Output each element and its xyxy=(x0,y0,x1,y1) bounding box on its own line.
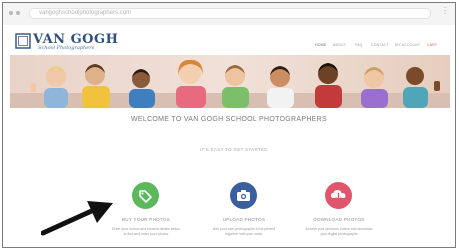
buy-photos-card[interactable]: BUY YOUR PHOTOS Enter your school and st… xyxy=(106,176,186,247)
welcome-heading: WELCOME TO VAN GOGH SCHOOL PHOTOGRAPHERS xyxy=(131,116,327,123)
site-header: VAN GOGH School Photographers HOME ABOUT… xyxy=(3,25,455,53)
buy-photos-text: Enter your school and student details be… xyxy=(112,227,180,236)
pointer-arrow-icon xyxy=(41,201,113,236)
browser-toolbar: vangoghschoolphotographers.com ⋮ xyxy=(3,3,455,26)
download-photos-icon-circle xyxy=(325,182,352,209)
upload-photos-title: UPLOAD PHOTOS xyxy=(222,217,266,222)
address-text: vangoghschoolphotographers.com xyxy=(39,10,132,16)
browser-window: vangoghschoolphotographers.com ⋮ VAN GOG… xyxy=(2,2,456,248)
upload-photos-card[interactable]: UPLOAD PHOTOS Add your own photographs t… xyxy=(204,176,284,247)
browser-menu-icon[interactable]: ⋮ xyxy=(441,7,449,15)
download-photos-card[interactable]: DOWNLOAD PHOTOS Access your previous ord… xyxy=(299,176,379,247)
nav-contact[interactable]: CONTACT xyxy=(371,43,389,47)
download-photos-text: Access your previous orders and download… xyxy=(305,227,373,236)
upload-photos-text: Add your own photographs to be printed t… xyxy=(212,227,276,236)
address-bar[interactable]: vangoghschoolphotographers.com xyxy=(29,8,431,19)
nav-my-account[interactable]: MY ACCOUNT xyxy=(395,43,420,47)
site-logo[interactable]: VAN GOGH School Photographers xyxy=(15,32,125,55)
nav-about[interactable]: ABOUT xyxy=(333,43,346,47)
nav-home[interactable]: HOME xyxy=(315,43,326,47)
get-started-text: IT'S EASY TO GET STARTED xyxy=(200,147,268,152)
hero-children-photo xyxy=(10,55,450,108)
download-icon xyxy=(331,190,346,202)
back-icon[interactable] xyxy=(9,11,13,15)
buy-photos-title: BUY YOUR PHOTOS xyxy=(121,217,170,222)
logo-subtitle: School Photographers xyxy=(38,45,95,51)
nav-cart[interactable]: CART xyxy=(427,43,437,47)
logo-frame-icon xyxy=(15,33,31,49)
download-photos-title: DOWNLOAD PHOTOS xyxy=(313,217,365,222)
nav-faq[interactable]: FAQ xyxy=(355,43,363,47)
buy-photos-icon-circle xyxy=(132,182,159,209)
forward-icon[interactable] xyxy=(16,11,20,15)
hero-banner xyxy=(10,55,450,108)
tag-icon xyxy=(139,190,152,203)
upload-photos-icon-circle xyxy=(230,182,257,209)
camera-icon xyxy=(237,190,250,201)
